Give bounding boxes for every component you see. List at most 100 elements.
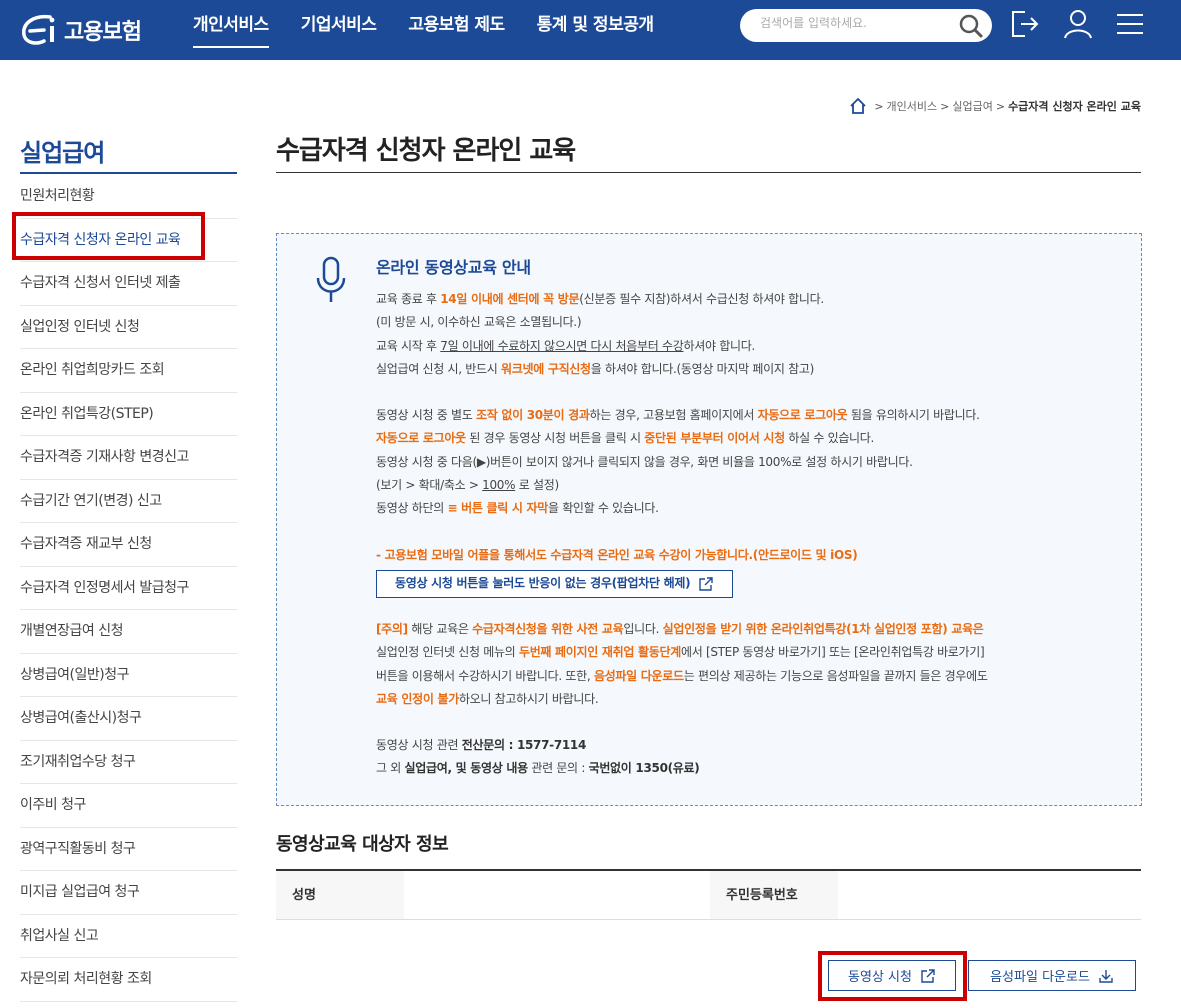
text: 동영상 하단의	[376, 501, 448, 516]
breadcrumb-separator: >	[995, 99, 1006, 113]
download-icon	[1099, 969, 1113, 983]
text-emphasis: 실업인정을 받기 위한 온라인취업특강(1차 실업인정 포함) 교육은	[662, 621, 984, 636]
sidebar-item-employment-report[interactable]: 취업사실 신고	[20, 915, 237, 958]
section-title: 동영상교육 대상자 정보	[276, 834, 449, 855]
sidebar-item-early-reemployment[interactable]: 조기재취업수당 청구	[20, 741, 237, 784]
sidebar-item-sickness-childbirth[interactable]: 상병급여(출산시)청구	[20, 697, 237, 741]
text-bold: 실업급여, 및 동영상 내용	[404, 761, 529, 776]
text-bold: 전산문의 : 1577-7114	[461, 738, 587, 753]
text: 로 설정)	[515, 478, 559, 493]
text: 버튼을 이용해서 수강하시기 바랍니다. 또한,	[376, 668, 594, 683]
contact-line: 동영상 시청 관련 전산문의 : 1577-7114	[376, 734, 1126, 757]
name-value	[404, 871, 710, 919]
info-content: 온라인 동영상교육 안내 교육 종료 후 14일 이내에 센터에 꼭 방문(신분…	[376, 256, 1126, 781]
popup-block-release-button[interactable]: 동영상 시청 버튼을 눌러도 반응이 없는 경우(팝업차단 해제)	[376, 569, 734, 598]
sidebar-item-application-submit[interactable]: 수급자격 신청서 인터넷 제출	[20, 262, 237, 306]
breadcrumb-item[interactable]: 실업급여	[952, 98, 992, 114]
text: 하오니 참고하시기 바랍니다.	[458, 691, 599, 706]
sidebar-item-job-hope-card[interactable]: 온라인 취업희망카드 조회	[20, 349, 237, 393]
text: 그 외	[376, 761, 405, 776]
search-box	[740, 9, 992, 42]
breadcrumb: > 개인서비스 > 실업급여 > 수급자격 신청자 온라인 교육	[849, 97, 1141, 115]
logo-ei-icon	[22, 14, 55, 45]
sidebar-title: 실업급여	[20, 139, 105, 167]
logo[interactable]: 고용보험	[20, 10, 142, 50]
info-line: 교육 종료 후 14일 이내에 센터에 꼭 방문(신분증 필수 지참)하셔서 수…	[376, 288, 1126, 311]
text-underline: 100%	[482, 478, 516, 493]
info-line: 버튼을 이용해서 수강하시기 바랍니다. 또한, 음성파일 다운로드는 편의상 …	[376, 665, 1126, 688]
contact-line: 그 외 실업급여, 및 동영상 내용 관련 문의 : 국번없이 1350(유료)	[376, 757, 1126, 780]
info-line: 교육 인정이 불가하오니 참고하시기 바랍니다.	[376, 688, 1126, 711]
text-emphasis: ≡ 버튼 클릭 시 자막	[447, 501, 548, 516]
watch-button-highlight-box	[818, 951, 967, 1001]
active-item-highlight-box	[12, 212, 205, 260]
text-emphasis: 자동으로 로그아웃	[376, 431, 466, 446]
breadcrumb-separator: >	[940, 99, 950, 113]
text: 을 확인할 수 있습니다.	[547, 501, 659, 516]
info-line: 실업급여 신청 시, 반드시 워크넷에 구직신청을 하셔야 합니다.(동영상 마…	[376, 358, 1126, 381]
nav-insurance-system[interactable]: 고용보험 제도	[408, 0, 505, 60]
top-header: 고용보험 개인서비스 기업서비스 고용보험 제도 통계 및 정보공개	[0, 0, 1181, 60]
sidebar-item-sickness-general[interactable]: 상병급여(일반)청구	[20, 654, 237, 697]
sidebar-divider	[20, 172, 237, 174]
info-box: 온라인 동영상교육 안내 교육 종료 후 14일 이내에 센터에 꼭 방문(신분…	[276, 233, 1142, 806]
user-icon[interactable]	[1062, 8, 1094, 40]
text: 동영상 시청 관련	[376, 738, 462, 753]
main-nav: 개인서비스 기업서비스 고용보험 제도 통계 및 정보공개	[193, 0, 686, 60]
menu-icon[interactable]	[1114, 8, 1146, 40]
text: 동영상 시청 중 별도	[376, 408, 476, 423]
text-emphasis: 워크넷에 구직신청	[500, 361, 591, 376]
sidebar-item-unpaid-benefit[interactable]: 미지급 실업급여 청구	[20, 871, 237, 915]
name-header: 성명	[276, 871, 404, 919]
search-icon[interactable]	[958, 13, 984, 39]
text-emphasis: 14일 이내에 센터에 꼭 방문	[440, 292, 580, 306]
search-input[interactable]	[760, 16, 950, 30]
sidebar-item-step-lecture[interactable]: 온라인 취업특강(STEP)	[20, 393, 237, 436]
text: 하실 수 있습니다.	[784, 431, 875, 446]
external-link-icon	[699, 577, 713, 591]
text-emphasis: 음성파일 다운로드	[593, 668, 684, 683]
text-emphasis: 두번째 페이지인 재취업 활동단계	[518, 645, 681, 660]
breadcrumb-current: 수급자격 신청자 온라인 교육	[1008, 100, 1141, 113]
text-bold: 국번없이 1350(유료)	[588, 761, 700, 776]
home-icon[interactable]	[849, 97, 867, 115]
text: 교육 시작 후	[376, 338, 441, 353]
sidebar-item-consultation-status[interactable]: 자문의뢰 처리현황 조회	[20, 958, 237, 1002]
sidebar-menu: 민원처리현황 수급자격 신청자 온라인 교육 수급자격 신청서 인터넷 제출 실…	[20, 175, 237, 1002]
microphone-icon	[316, 256, 346, 302]
text-emphasis: 수급자격신청을 위한 사전 교육	[472, 621, 624, 636]
sidebar-item-statement-issue[interactable]: 수급자격 인정명세서 발급청구	[20, 567, 237, 610]
breadcrumb-item[interactable]: 개인서비스	[887, 98, 938, 114]
text: 실업급여 신청 시, 반드시	[376, 361, 501, 376]
popup-button-label: 동영상 시청 버튼을 눌러도 반응이 없는 경우(팝업차단 해제)	[395, 576, 691, 591]
text-emphasis: 조작 없이 30분이 경과	[475, 408, 590, 423]
nav-personal-services[interactable]: 개인서비스	[193, 0, 269, 60]
info-line: [주의] 해당 교육은 수급자격신청을 위한 사전 교육입니다. 실업인정을 받…	[376, 618, 1126, 641]
info-line: 동영상 시청 중 별도 조작 없이 30분이 경과하는 경우, 고용보험 홈페이…	[376, 404, 1126, 427]
sidebar-item-job-search-cost[interactable]: 광역구직활동비 청구	[20, 828, 237, 871]
sidebar-item-extended-benefit[interactable]: 개별연장급여 신청	[20, 610, 237, 654]
audio-download-button[interactable]: 음성파일 다운로드	[968, 960, 1136, 991]
text: 된 경우 동영상 시청 버튼을 클릭 시	[465, 431, 645, 446]
logout-icon[interactable]	[1009, 8, 1041, 40]
sidebar-item-reissue[interactable]: 수급자격증 재교부 신청	[20, 523, 237, 567]
text: 됨을 유의하시기 바랍니다.	[847, 408, 980, 423]
text: 입니다.	[623, 621, 663, 636]
text: 을 하셔야 합니다.(동영상 마지막 페이지 참고)	[590, 361, 814, 376]
sidebar-item-relocation[interactable]: 이주비 청구	[20, 784, 237, 828]
text-emphasis: 교육 인정이 불가	[376, 691, 459, 706]
sidebar-item-unemployment-recognition[interactable]: 실업인정 인터넷 신청	[20, 306, 237, 349]
info-line: (보기 > 확대/축소 > 100% 로 설정)	[376, 474, 1126, 497]
text: 에서 [STEP 동영상 바로가기] 또는 [온라인취업특강 바로가기]	[680, 645, 985, 660]
nav-business-services[interactable]: 기업서비스	[301, 0, 377, 60]
text: 는 편의상 제공하는 기능으로 음성파일을 끝까지 들은 경우에도	[683, 668, 988, 683]
text-emphasis: [주의]	[376, 621, 408, 636]
info-line: 자동으로 로그아웃 된 경우 동영상 시청 버튼을 클릭 시 중단된 부분부터 …	[376, 427, 1126, 450]
sidebar-item-change-report[interactable]: 수급자격증 기재사항 변경신고	[20, 436, 237, 480]
info-heading: 온라인 동영상교육 안내	[376, 258, 531, 277]
nav-statistics[interactable]: 통계 및 정보공개	[537, 0, 654, 60]
sidebar-item-period-extension[interactable]: 수급기간 연기(변경) 신고	[20, 480, 237, 523]
text: 하는 경우, 고용보험 홈페이지에서	[589, 408, 758, 423]
text: 교육 종료 후	[376, 292, 441, 306]
